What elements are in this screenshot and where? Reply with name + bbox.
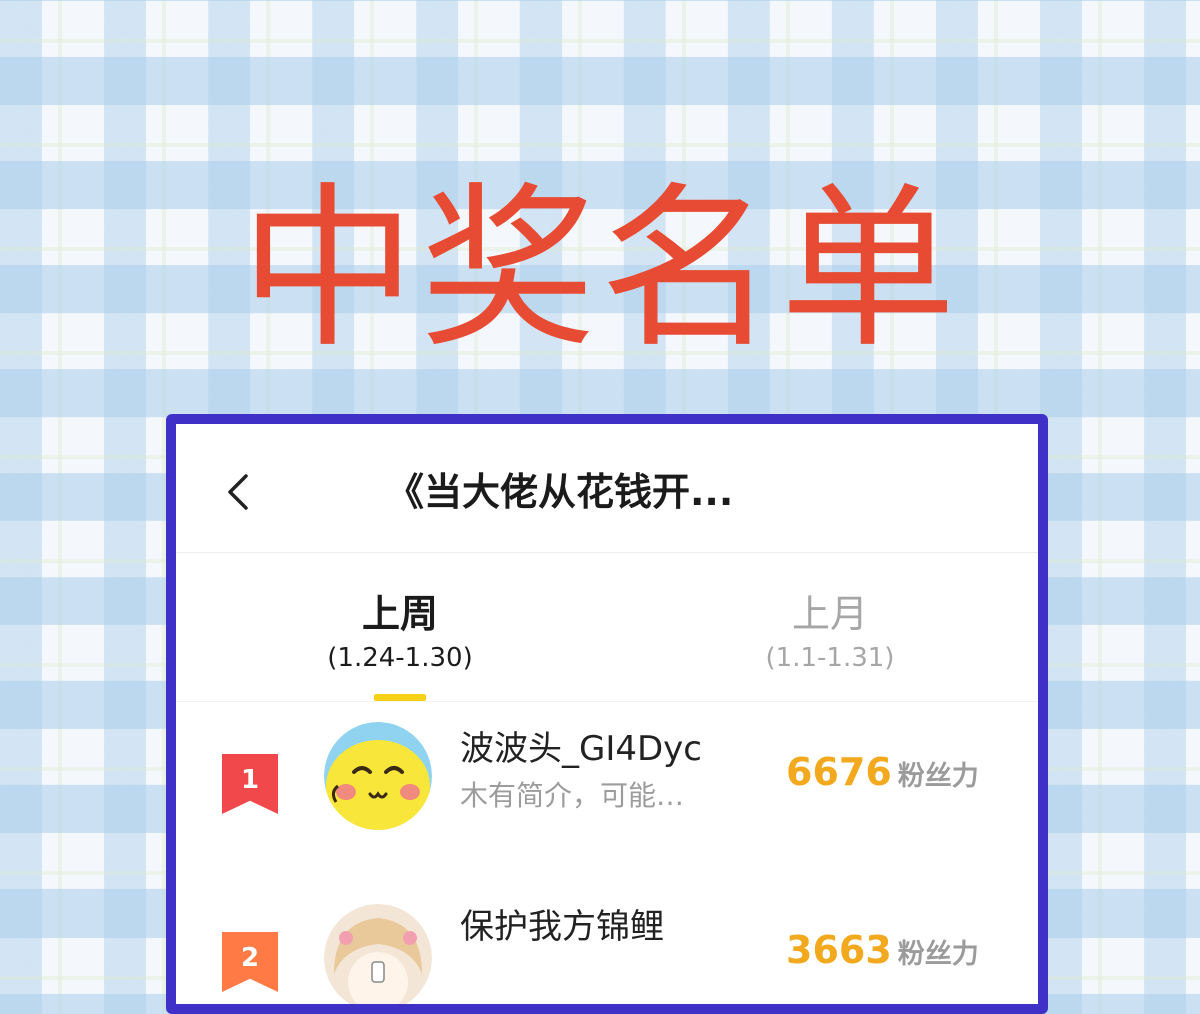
fan-power-score: 3663 粉丝力 xyxy=(786,928,979,972)
chevron-left-icon xyxy=(228,474,248,510)
score-value: 3663 xyxy=(786,928,892,972)
anime-girl-avatar-icon xyxy=(324,904,432,1004)
avatar xyxy=(324,722,432,830)
tab-last-month[interactable]: 上月 (1.1-1.31) xyxy=(710,591,950,675)
tab-label: 上月 xyxy=(791,592,868,636)
page-title: 《当大佬从花钱开... xyxy=(386,470,734,514)
ranking-row[interactable]: 1 波波头_GI4Dyc 木有简介，可能… 6676 粉丝力 xyxy=(176,706,1038,846)
rank-badge: 2 xyxy=(222,932,278,992)
pikachu-avatar-icon xyxy=(324,722,432,830)
avatar xyxy=(324,904,432,1004)
top-navigation-bar: 《当大佬从花钱开... xyxy=(176,424,1038,553)
score-unit: 粉丝力 xyxy=(897,761,979,792)
period-tabs: 上周 (1.24-1.30) 上月 (1.1-1.31) xyxy=(176,553,1038,702)
rank-badge: 1 xyxy=(222,754,278,814)
tab-label: 上周 xyxy=(361,592,438,636)
tab-date-range: (1.24-1.30) xyxy=(327,643,473,673)
fan-power-score: 6676 粉丝力 xyxy=(786,750,979,794)
active-tab-indicator xyxy=(374,694,426,701)
back-button[interactable] xyxy=(220,470,260,514)
user-name: 保护我方锦鲤 xyxy=(460,907,664,947)
user-name: 波波头_GI4Dyc xyxy=(460,729,703,769)
tab-last-week[interactable]: 上周 (1.24-1.30) xyxy=(280,591,520,675)
score-unit: 粉丝力 xyxy=(897,939,979,970)
app-screenshot-frame: 《当大佬从花钱开... 上周 (1.24-1.30) 上月 (1.1-1.31)… xyxy=(166,414,1048,1014)
tab-date-range: (1.1-1.31) xyxy=(765,643,895,673)
banner-title: 中奖名单 xyxy=(239,167,960,372)
score-value: 6676 xyxy=(786,750,892,794)
user-bio: 木有简介，可能… xyxy=(460,779,685,812)
ranking-row[interactable]: 2 保护我方锦鲤 3663 粉丝力 xyxy=(176,894,1038,1004)
